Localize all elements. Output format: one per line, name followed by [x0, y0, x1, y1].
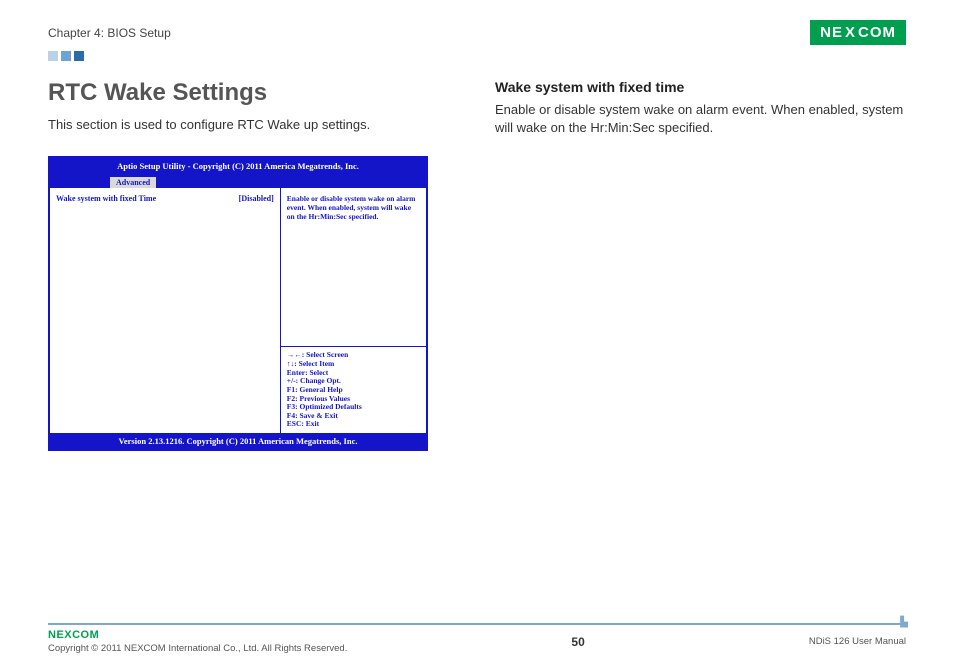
bios-tab-advanced[interactable]: Advanced [110, 177, 156, 188]
square-icon [48, 51, 58, 61]
square-icon [61, 51, 71, 61]
logo-x-icon: X [845, 24, 856, 41]
page-number: 50 [571, 635, 584, 649]
decorative-squares [48, 51, 906, 61]
bios-key: ESC: Exit [287, 420, 420, 429]
intro-text: This section is used to configure RTC Wa… [48, 117, 459, 132]
brand-logo: NE X COM [810, 20, 906, 45]
logo-text-right: COM [858, 24, 896, 41]
corner-icon: ▙ [900, 617, 908, 628]
page-title: RTC Wake Settings [48, 79, 459, 107]
bios-title-bar: Aptio Setup Utility - Copyright (C) 2011… [50, 158, 426, 174]
bios-setting-label: Wake system with fixed Time [56, 194, 156, 203]
bios-setting-row[interactable]: Wake system with fixed Time [Disabled] [56, 194, 274, 203]
bios-help-text: Enable or disable system wake on alarm e… [281, 188, 426, 346]
logo-text-left: NE [820, 24, 843, 41]
bios-setting-value: [Disabled] [239, 194, 274, 203]
footer-manual-name: NDiS 126 User Manual [809, 636, 906, 647]
bios-settings-pane: Wake system with fixed Time [Disabled] [50, 188, 281, 433]
page-footer: NEXCOM Copyright © 2011 NEXCOM Internati… [48, 623, 906, 654]
bios-key-legend: →←: Select Screen ↑↓: Select Item Enter:… [281, 346, 426, 433]
footer-logo: NEXCOM [48, 629, 347, 641]
chapter-label: Chapter 4: BIOS Setup [48, 26, 171, 40]
section-description: Enable or disable system wake on alarm e… [495, 101, 906, 136]
footer-copyright: Copyright © 2011 NEXCOM International Co… [48, 643, 347, 654]
bios-tab-row: Advanced [50, 174, 426, 188]
bios-footer-bar: Version 2.13.1216. Copyright (C) 2011 Am… [50, 433, 426, 449]
square-icon [74, 51, 84, 61]
bios-screenshot: Aptio Setup Utility - Copyright (C) 2011… [48, 156, 428, 451]
section-heading: Wake system with fixed time [495, 79, 906, 95]
